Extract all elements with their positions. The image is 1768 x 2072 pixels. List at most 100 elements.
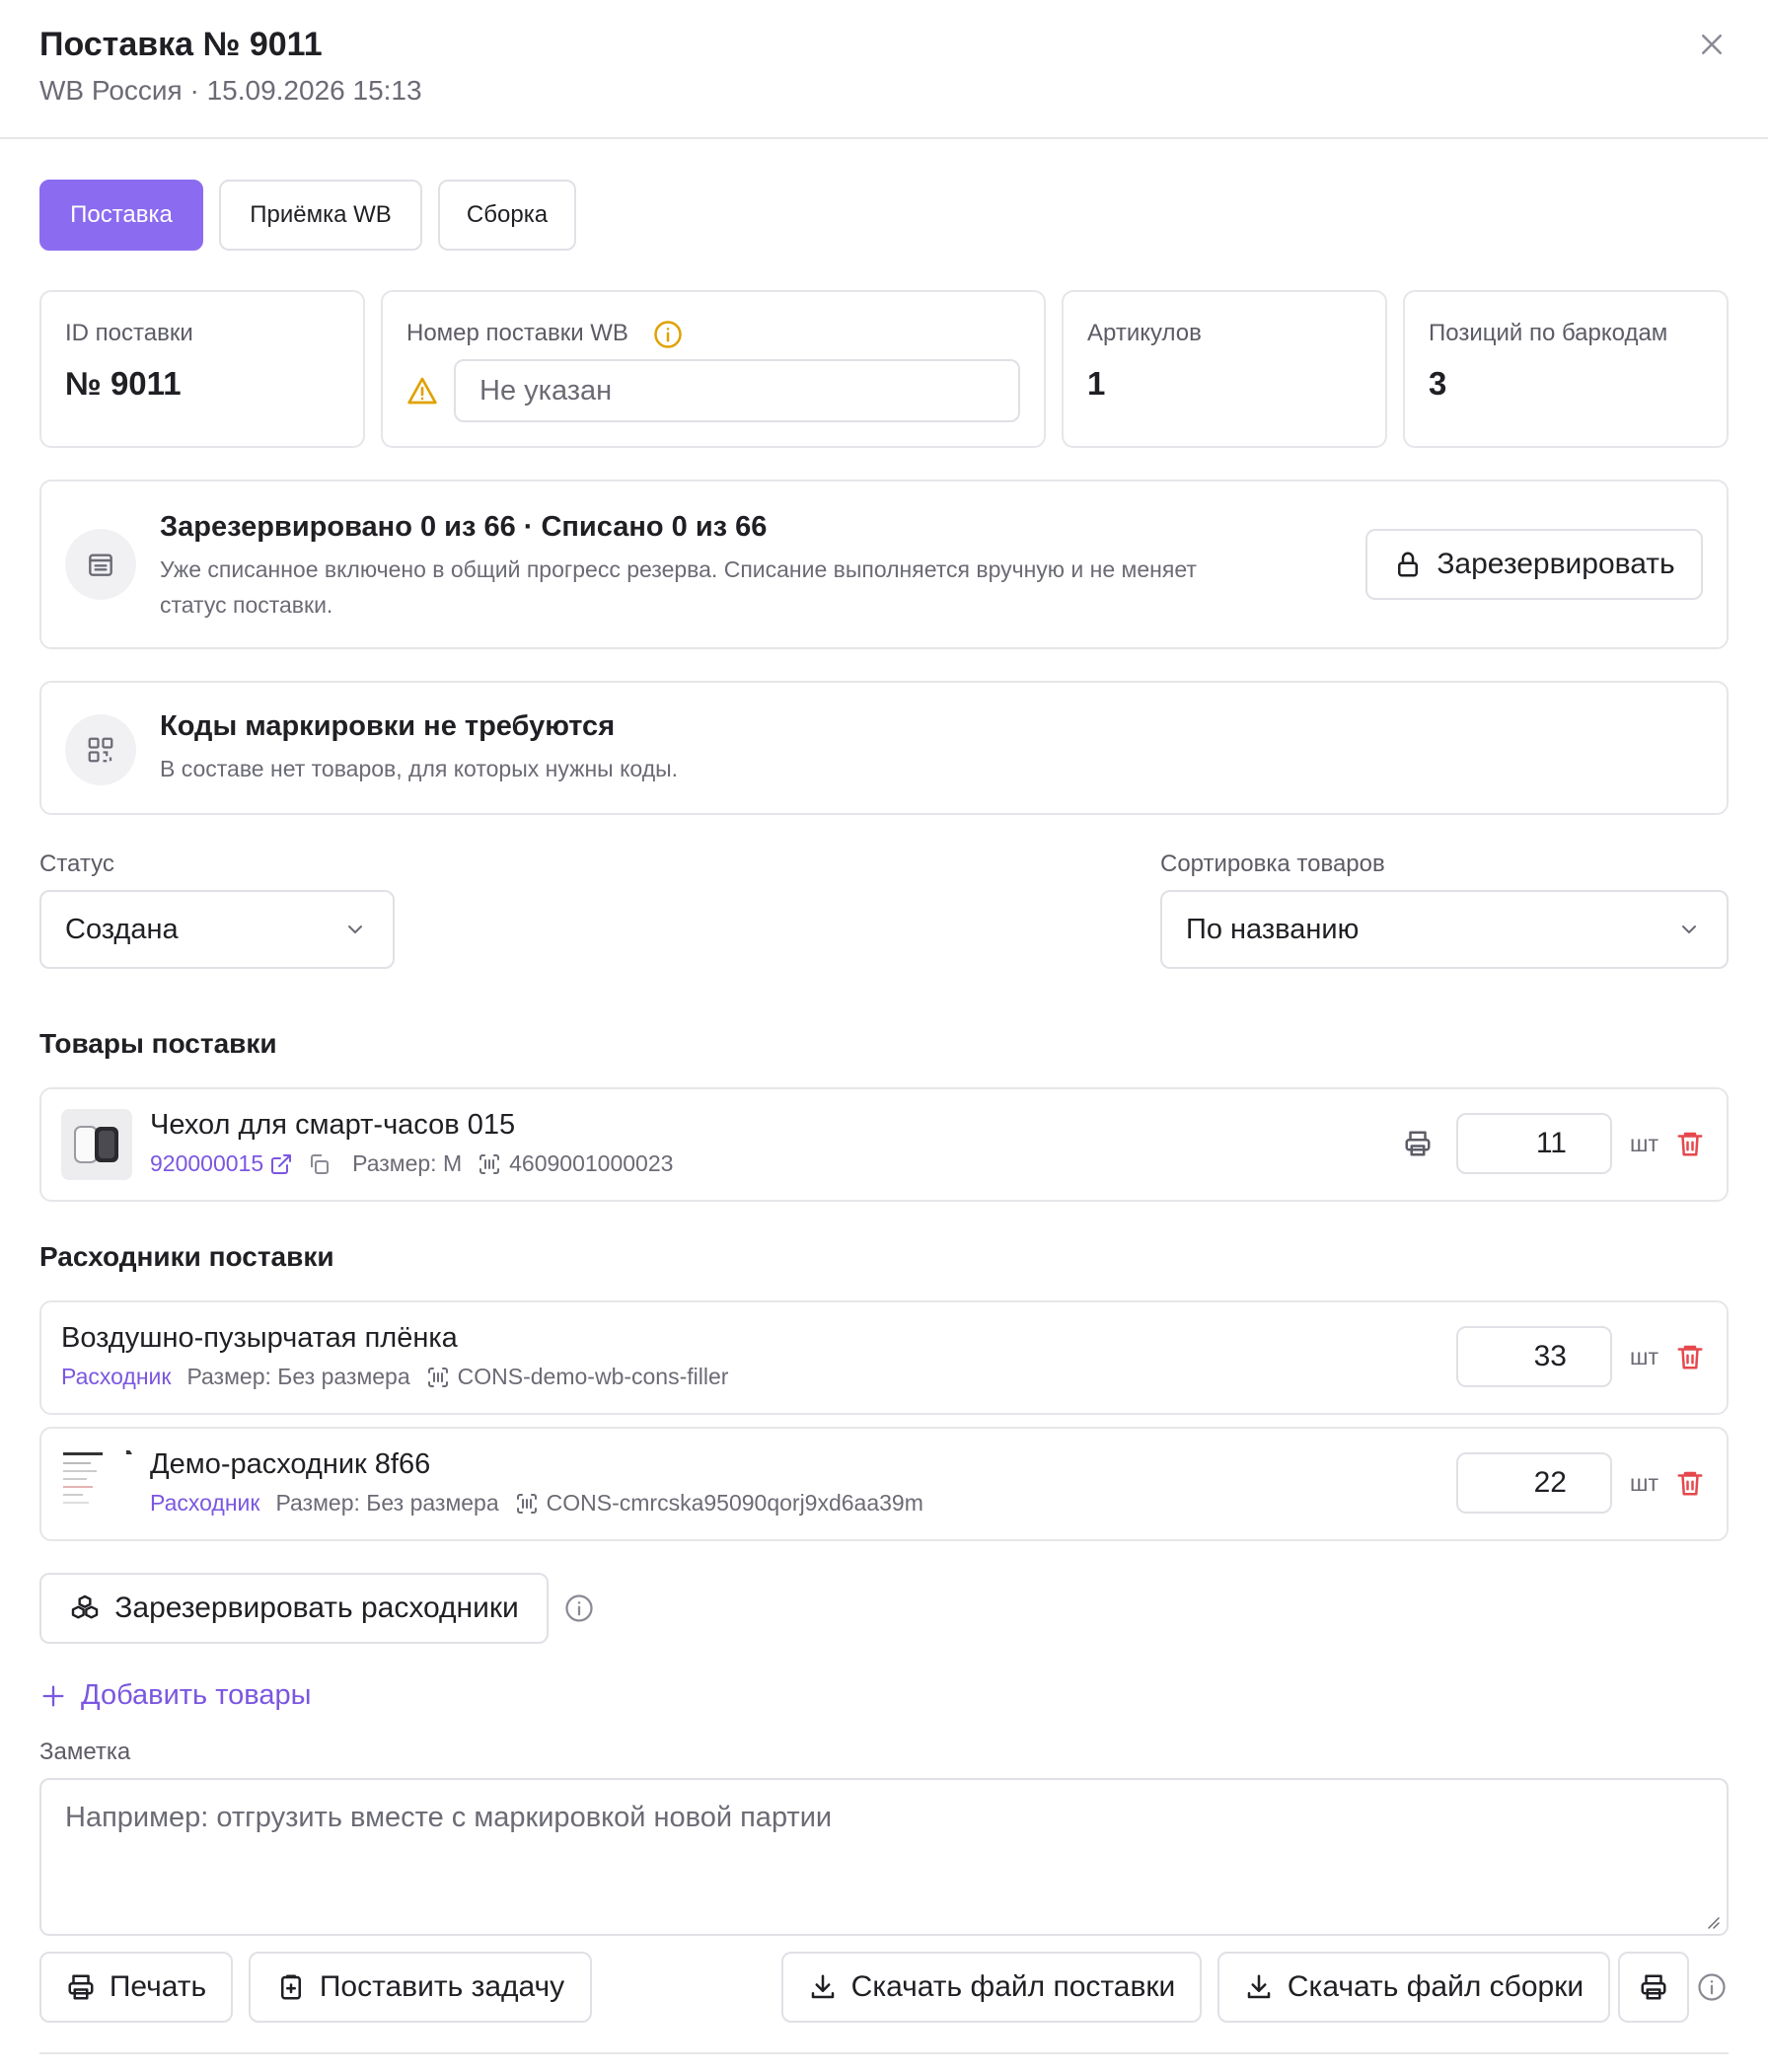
print-assembly-button[interactable] xyxy=(1618,1952,1689,2023)
consumable-name: Воздушно-пузырчатая плёнка xyxy=(61,1322,458,1354)
download-assembly-label: Скачать файл сборки xyxy=(1287,1970,1584,2003)
tab-assembly[interactable]: Сборка xyxy=(438,180,576,251)
download-assembly-button[interactable]: Скачать файл сборки xyxy=(1217,1952,1610,2023)
create-task-button[interactable]: Поставить задачу xyxy=(249,1952,592,2023)
reserve-icon-circle xyxy=(65,529,136,600)
products-heading: Товары поставки xyxy=(39,1028,277,1059)
tab-label: Поставка xyxy=(70,201,173,228)
boxes-icon xyxy=(69,1592,101,1624)
consumable-meta: Расходник Размер: Без размера CONS-demo-… xyxy=(61,1364,728,1390)
print-button[interactable]: Печать xyxy=(39,1952,233,2023)
chevron-down-icon xyxy=(1677,918,1701,941)
add-goods-button[interactable]: Добавить товары xyxy=(39,1679,312,1712)
consumable-row: Воздушно-пузырчатая плёнка Расходник Раз… xyxy=(39,1300,1729,1415)
sorting-select[interactable]: По названию xyxy=(1160,890,1729,969)
close-icon[interactable] xyxy=(1697,30,1727,59)
tab-acceptance-wb[interactable]: Приёмка WB xyxy=(219,180,422,251)
reserve-card: Зарезервировано 0 из 66 · Списано 0 из 6… xyxy=(39,480,1729,649)
sorting-label: Сортировка товаров xyxy=(1160,851,1385,877)
quantity-input[interactable]: 33 xyxy=(1456,1326,1612,1387)
footer-divider xyxy=(39,2052,1729,2054)
barcode-icon xyxy=(478,1152,501,1176)
wb-number-input[interactable]: Не указан xyxy=(454,359,1020,422)
quantity-input[interactable]: 22 xyxy=(1456,1452,1612,1514)
product-meta: 920000015 Размер: M 4609001000023 xyxy=(150,1150,673,1177)
marking-description: В составе нет товаров, для которых нужны… xyxy=(160,756,679,781)
consumable-tag: Расходник xyxy=(61,1364,172,1389)
reserve-consumables-button[interactable]: Зарезервировать расходники xyxy=(39,1573,549,1644)
reserve-consumables-label: Зарезервировать расходники xyxy=(114,1591,519,1624)
resize-handle-icon[interactable] xyxy=(1705,1914,1721,1930)
note-textarea[interactable]: Например: отгрузить вместе с маркировкой… xyxy=(39,1778,1729,1936)
marking-icon-circle xyxy=(65,714,136,785)
trash-icon[interactable] xyxy=(1675,1129,1705,1158)
info-icon[interactable] xyxy=(1697,1972,1727,2002)
barcode-icon xyxy=(515,1492,539,1516)
sorting-value: По названию xyxy=(1186,913,1360,945)
info-icon[interactable] xyxy=(564,1593,594,1623)
clipboard-plus-icon xyxy=(276,1972,306,2002)
tab-supply[interactable]: Поставка xyxy=(39,180,203,251)
stat-card-articles: Артикулов 1 xyxy=(1062,290,1387,448)
consumable-name: Демо-расходник 8f66 xyxy=(150,1448,431,1480)
chevron-down-icon xyxy=(343,918,367,941)
stat-label: Артикулов xyxy=(1087,320,1202,346)
create-task-label: Поставить задачу xyxy=(319,1970,565,2003)
add-goods-label: Добавить товары xyxy=(81,1679,312,1711)
product-size: Размер: M xyxy=(352,1150,463,1176)
consumable-barcode: CONS-cmrcska95090qorj9xd6aa39m xyxy=(546,1490,923,1516)
reserve-button[interactable]: Зарезервировать xyxy=(1365,529,1703,600)
copy-icon[interactable] xyxy=(307,1152,331,1176)
consumable-row: Демо-расходник 8f66 Расходник Размер: Бе… xyxy=(39,1427,1729,1541)
download-supply-button[interactable]: Скачать файл поставки xyxy=(781,1952,1202,2023)
reserve-button-label: Зарезервировать xyxy=(1436,548,1675,580)
barcode-icon xyxy=(426,1366,450,1389)
quantity-input[interactable]: 11 xyxy=(1456,1113,1612,1174)
consumable-meta: Расходник Размер: Без размера CONS-cmrcs… xyxy=(150,1490,923,1517)
warning-icon xyxy=(406,375,438,407)
stat-label: Номер поставки WB xyxy=(406,320,628,346)
reserve-description-1: Уже списанное включено в общий прогресс … xyxy=(160,556,1197,582)
consumable-thumbnail xyxy=(61,1448,132,1519)
consumable-size: Размер: Без размера xyxy=(186,1364,410,1389)
consumables-heading: Расходники поставки xyxy=(39,1241,334,1272)
download-supply-label: Скачать файл поставки xyxy=(850,1970,1176,2003)
consumable-tag: Расходник xyxy=(150,1490,260,1516)
external-link-icon[interactable] xyxy=(269,1152,293,1176)
note-placeholder: Например: отгрузить вместе с маркировкой… xyxy=(65,1802,833,1833)
note-label: Заметка xyxy=(39,1739,131,1765)
stat-card-id: ID поставки № 9011 xyxy=(39,290,365,448)
stat-card-positions: Позиций по баркодам 3 xyxy=(1403,290,1729,448)
product-article-link[interactable]: 920000015 xyxy=(150,1150,263,1177)
unit-label: шт xyxy=(1630,1344,1658,1369)
status-value: Создана xyxy=(65,913,179,945)
stat-value: № 9011 xyxy=(65,365,182,402)
stat-label: ID поставки xyxy=(65,320,193,346)
info-icon[interactable] xyxy=(653,320,683,349)
product-row: Чехол для смарт-часов 015 920000015 Разм… xyxy=(39,1087,1729,1202)
printer-icon[interactable] xyxy=(1403,1129,1433,1158)
printer-icon xyxy=(1639,1972,1668,2002)
stat-value: 1 xyxy=(1087,365,1106,402)
stat-card-wb-number: Номер поставки WB Не указан xyxy=(381,290,1046,448)
download-icon xyxy=(808,1972,838,2002)
marking-title: Коды маркировки не требуются xyxy=(160,710,616,742)
tab-label: Сборка xyxy=(466,201,549,228)
reserve-description-2: статус поставки. xyxy=(160,592,333,618)
product-thumbnail xyxy=(61,1109,132,1180)
plus-icon xyxy=(39,1682,67,1710)
stat-label: Позиций по баркодам xyxy=(1429,320,1668,346)
qr-code-icon xyxy=(86,735,115,765)
trash-icon[interactable] xyxy=(1675,1468,1705,1498)
consumable-barcode: CONS-demo-wb-cons-filler xyxy=(457,1364,729,1389)
consumable-size: Размер: Без размера xyxy=(275,1490,499,1516)
product-name: Чехол для смарт-часов 015 xyxy=(150,1109,516,1141)
status-select[interactable]: Создана xyxy=(39,890,395,969)
reserve-title: Зарезервировано 0 из 66 · Списано 0 из 6… xyxy=(160,511,768,543)
print-button-label: Печать xyxy=(109,1970,207,2003)
wb-number-placeholder: Не указан xyxy=(479,374,613,407)
trash-icon[interactable] xyxy=(1675,1342,1705,1371)
unit-label: шт xyxy=(1630,1131,1658,1156)
page-subtitle: WB Россия · 15.09.2026 15:13 xyxy=(39,75,422,106)
tab-label: Приёмка WB xyxy=(250,201,392,228)
